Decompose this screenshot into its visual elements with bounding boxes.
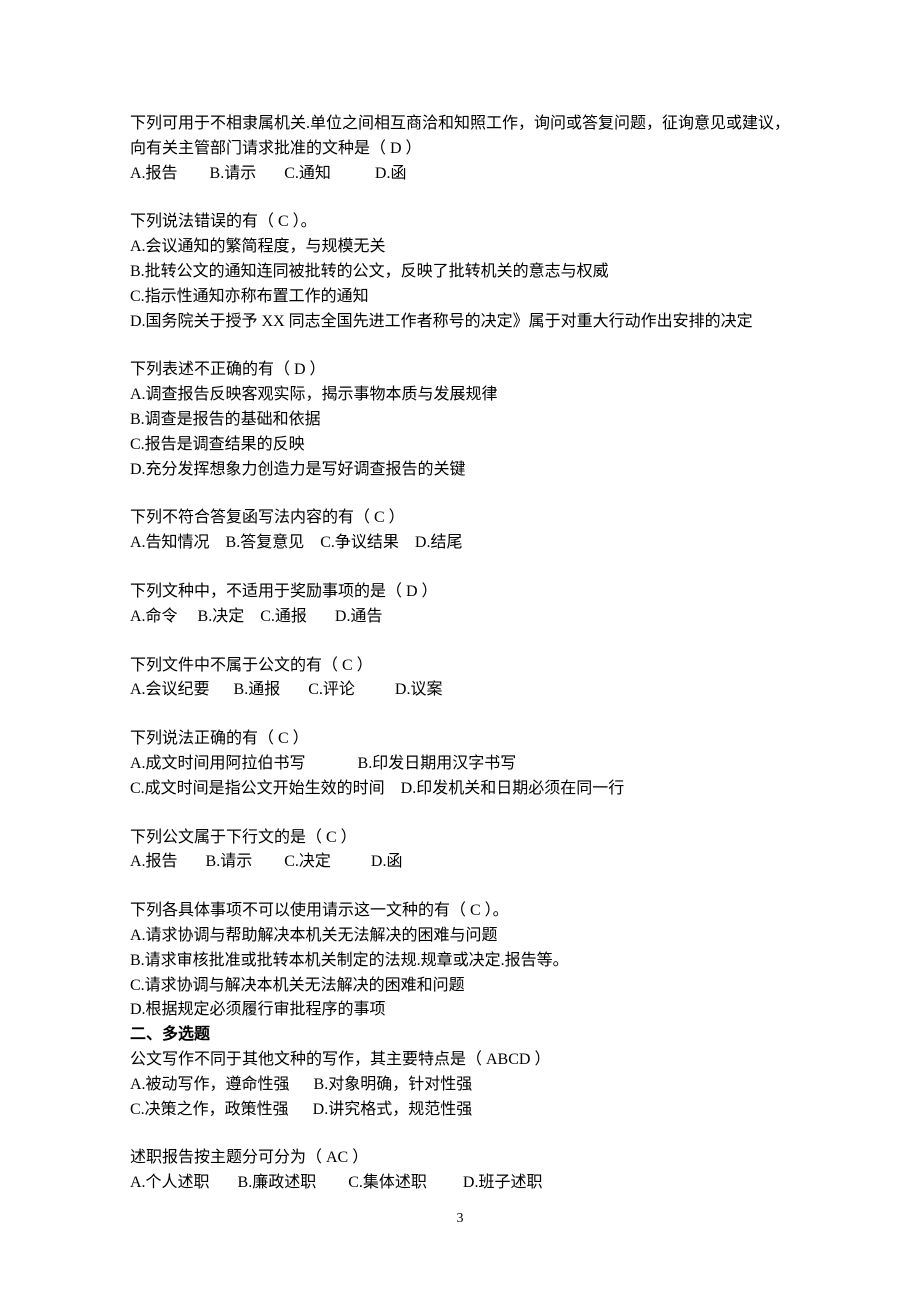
question-option: A.调查报告反映客观实际，揭示事物本质与发展规律	[130, 383, 790, 408]
question-options: A.会议纪要 B.通报 C.评论 D.议案	[130, 681, 442, 698]
question-block: 下列可用于不相隶属机关.单位之间相互商洽和知照工作，询问或答复问题，征询意见或建…	[130, 112, 790, 186]
question-options: A.个人述职 B.廉政述职 C.集体述职 D.班子述职	[130, 1174, 542, 1191]
question-stem: 下列文种中，不适用于奖励事项的是（ D ）	[130, 580, 790, 605]
question-block: 下列公文属于下行文的是（ C ） A.报告 B.请示 C.决定 D.函	[130, 826, 790, 876]
question-stem: 下列说法正确的有（ C ）	[130, 727, 790, 752]
question-options: A.报告 B.请示 C.决定 D.函	[130, 853, 402, 870]
question-option: C.报告是调查结果的反映	[130, 433, 790, 458]
question-block: 下列不符合答复函写法内容的有（ C ） A.告知情况 B.答复意见 C.争议结果…	[130, 506, 790, 556]
question-option: D.根据规定必须履行审批程序的事项	[130, 998, 790, 1023]
question-stem: 下列可用于不相隶属机关.单位之间相互商洽和知照工作，询问或答复问题，征询意见或建…	[130, 112, 790, 162]
question-option: A.请求协调与帮助解决本机关无法解决的困难与问题	[130, 924, 790, 949]
question-option: C.指示性通知亦称布置工作的通知	[130, 285, 790, 310]
page-number: 3	[0, 1208, 920, 1230]
question-stem: 下列表述不正确的有（ D ）	[130, 358, 790, 383]
question-option: D.充分发挥想象力创造力是写好调查报告的关键	[130, 458, 790, 483]
question-stem: 公文写作不同于其他文种的写作，其主要特点是（ ABCD ）	[130, 1048, 790, 1073]
question-options: C.成文时间是指公文开始生效的时间 D.印发机关和日期必须在同一行	[130, 780, 624, 797]
question-stem: 下列文件中不属于公文的有（ C ）	[130, 654, 790, 679]
question-option: B.调查是报告的基础和依据	[130, 408, 790, 433]
question-options: C.决策之作，政策性强 D.讲究格式，规范性强	[130, 1101, 472, 1118]
question-option: C.请求协调与解决本机关无法解决的困难和问题	[130, 974, 790, 999]
question-block: 下列说法错误的有（ C ）。 A.会议通知的繁简程度，与规模无关 B.批转公文的…	[130, 210, 790, 334]
question-options: A.命令 B.决定 C.通报 D.通告	[130, 608, 382, 625]
section-title: 二、多选题	[130, 1023, 790, 1048]
question-block: 下列各具体事项不可以使用请示这一文种的有（ C ）。 A.请求协调与帮助解决本机…	[130, 899, 790, 1023]
question-block: 公文写作不同于其他文种的写作，其主要特点是（ ABCD ） A.被动写作，遵命性…	[130, 1048, 790, 1122]
question-block: 下列表述不正确的有（ D ） A.调查报告反映客观实际，揭示事物本质与发展规律 …	[130, 358, 790, 482]
question-stem: 下列各具体事项不可以使用请示这一文种的有（ C ）。	[130, 899, 790, 924]
document-page: 下列可用于不相隶属机关.单位之间相互商洽和知照工作，询问或答复问题，征询意见或建…	[0, 0, 920, 1302]
question-stem: 下列说法错误的有（ C ）。	[130, 210, 790, 235]
question-option: B.批转公文的通知连同被批转的公文，反映了批转机关的意志与权威	[130, 260, 790, 285]
question-option: B.请求审核批准或批转本机关制定的法规.规章或决定.报告等。	[130, 949, 790, 974]
question-block: 下列文种中，不适用于奖励事项的是（ D ） A.命令 B.决定 C.通报 D.通…	[130, 580, 790, 630]
question-block: 下列文件中不属于公文的有（ C ） A.会议纪要 B.通报 C.评论 D.议案	[130, 654, 790, 704]
question-option: D.国务院关于授予 XX 同志全国先进工作者称号的决定》属于对重大行动作出安排的…	[130, 310, 790, 335]
question-options: A.报告 B.请示 C.通知 D.函	[130, 165, 406, 182]
question-stem: 下列不符合答复函写法内容的有（ C ）	[130, 506, 790, 531]
question-stem: 述职报告按主题分可分为（ AC ）	[130, 1146, 790, 1171]
question-block: 下列说法正确的有（ C ） A.成文时间用阿拉伯书写 B.印发日期用汉字书写 C…	[130, 727, 790, 801]
question-stem: 下列公文属于下行文的是（ C ）	[130, 826, 790, 851]
question-options: A.成文时间用阿拉伯书写 B.印发日期用汉字书写	[130, 755, 516, 772]
question-block: 述职报告按主题分可分为（ AC ） A.个人述职 B.廉政述职 C.集体述职 D…	[130, 1146, 790, 1196]
question-options: A.告知情况 B.答复意见 C.争议结果 D.结尾	[130, 534, 462, 551]
question-options: A.被动写作，遵命性强 B.对象明确，针对性强	[130, 1076, 472, 1093]
question-option: A.会议通知的繁简程度，与规模无关	[130, 235, 790, 260]
